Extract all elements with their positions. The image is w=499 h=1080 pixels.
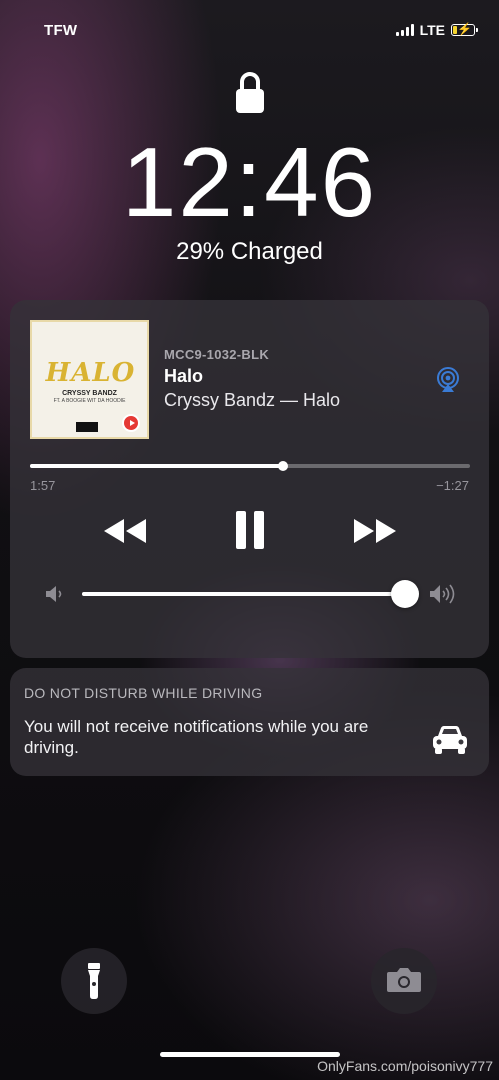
- lock-icon: [236, 72, 264, 113]
- airplay-icon[interactable]: [435, 367, 461, 393]
- album-art-title: HALO: [45, 358, 136, 388]
- track-artist: Cryssy Bandz — Halo: [164, 390, 341, 410]
- parental-advisory-label: [76, 422, 98, 432]
- volume-slider[interactable]: [82, 580, 420, 608]
- volume-knob[interactable]: [391, 580, 420, 608]
- remaining-time: −1:27: [436, 478, 469, 493]
- signal-icon: [395, 24, 414, 36]
- playback-scrubber[interactable]: [30, 461, 470, 471]
- album-art[interactable]: HALO CRYSSY BANDZ FT. A BOOGIE WIT DA HO…: [30, 320, 149, 439]
- camera-icon: [387, 968, 421, 992]
- elapsed-time: 1:57: [30, 478, 56, 493]
- volume-level: [82, 592, 406, 596]
- dnd-driving-notification[interactable]: DO NOT DISTURB WHILE DRIVING You will no…: [10, 668, 489, 776]
- lock-screen-time: 12:46: [121, 127, 378, 237]
- status-bar: TFW LTE ⚡: [0, 18, 499, 44]
- camera-button[interactable]: [371, 948, 437, 1014]
- watermark: OnlyFans.com/poisonivy777: [317, 1058, 493, 1074]
- album-art-artist: CRYSSY BANDZ: [62, 390, 117, 397]
- playback-device-name: MCC9-1032-BLK: [164, 347, 270, 362]
- album-art-feature: FT. A BOOGIE WIT DA HOODIE: [53, 398, 126, 404]
- notification-header: DO NOT DISTURB WHILE DRIVING: [24, 685, 263, 701]
- pause-icon[interactable]: [234, 510, 266, 550]
- rewind-icon[interactable]: [102, 516, 148, 546]
- charge-status: 29% Charged: [176, 238, 323, 265]
- battery-icon: ⚡: [451, 22, 478, 36]
- now-playing-widget[interactable]: HALO CRYSSY BANDZ FT. A BOOGIE WIT DA HO…: [10, 300, 489, 658]
- youtube-music-icon: [122, 414, 140, 432]
- home-indicator[interactable]: [160, 1052, 340, 1057]
- flashlight-icon: [88, 963, 100, 999]
- charging-bolt-icon: ⚡: [457, 22, 472, 36]
- status-indicators: LTE ⚡: [395, 22, 478, 38]
- flashlight-button[interactable]: [61, 948, 127, 1014]
- scrubber-knob[interactable]: [278, 461, 288, 471]
- volume-high-icon: [430, 584, 455, 604]
- network-label: LTE: [419, 22, 445, 38]
- volume-low-icon: [46, 586, 62, 602]
- track-title: Halo: [164, 366, 204, 386]
- carrier-label: TFW: [44, 22, 78, 39]
- notification-body: You will not receive notifications while…: [24, 717, 369, 757]
- fast-forward-icon[interactable]: [352, 516, 398, 546]
- car-icon: [433, 726, 467, 754]
- playback-progress: [30, 464, 283, 468]
